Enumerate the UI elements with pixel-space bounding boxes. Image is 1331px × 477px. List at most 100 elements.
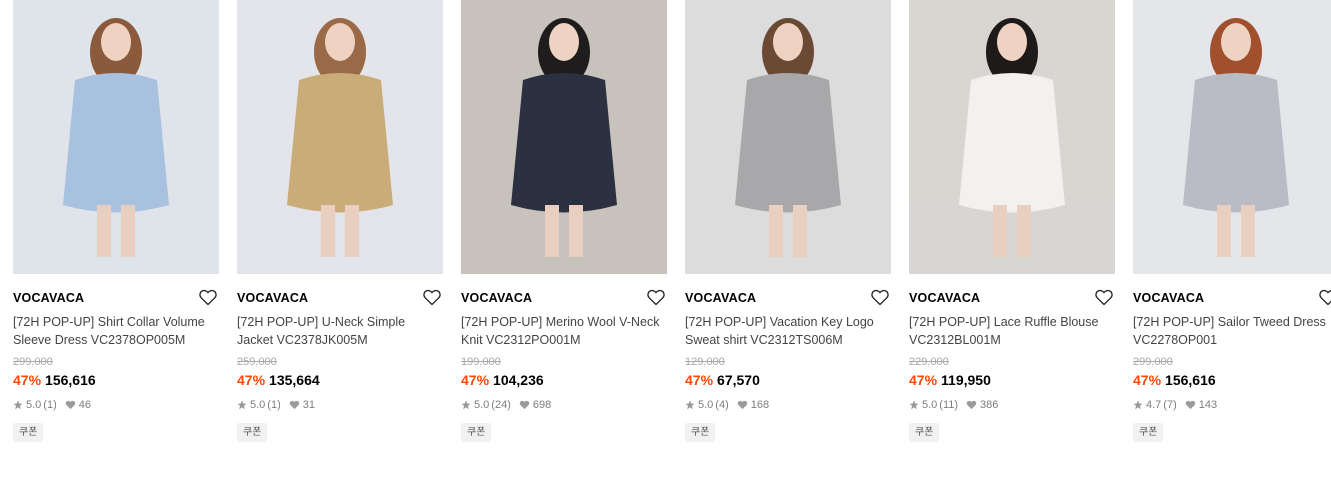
review-count: (24) [491, 399, 511, 411]
star-icon [237, 400, 247, 410]
heart-filled-icon [1185, 400, 1195, 410]
coupon-badge: 쿠폰 [13, 423, 44, 442]
product-name[interactable]: [72H POP-UP] U-Neck Simple Jacket VC2378… [237, 313, 441, 349]
product-stats: 4.7 (7) 143 [1133, 398, 1331, 412]
product-name[interactable]: [72H POP-UP] Vacation Key Logo Sweat shi… [685, 313, 889, 349]
product-card[interactable]: VOCAVACA [72H POP-UP] Sailor Tweed Dress… [1133, 0, 1331, 442]
product-card[interactable]: VOCAVACA [72H POP-UP] Lace Ruffle Blouse… [909, 0, 1115, 442]
brand-name[interactable]: VOCAVACA [1133, 291, 1204, 305]
heart-icon[interactable] [1319, 289, 1331, 306]
star-icon [685, 400, 695, 410]
product-name[interactable]: [72H POP-UP] Sailor Tweed Dress VC2278OP… [1133, 313, 1331, 349]
brand-name[interactable]: VOCAVACA [685, 291, 756, 305]
heart-filled-icon [65, 400, 75, 410]
product-grid: VOCAVACA [72H POP-UP] Shirt Collar Volum… [13, 0, 1331, 442]
like-count: 168 [750, 399, 770, 411]
heart-filled-icon [289, 400, 299, 410]
price-row: 47% 156,616 [13, 371, 219, 389]
product-name[interactable]: [72H POP-UP] Shirt Collar Volume Sleeve … [13, 313, 217, 349]
rating: 5.0 [922, 399, 938, 411]
product-stats: 5.0 (11) 386 [909, 398, 1115, 412]
price-row: 47% 135,664 [237, 371, 443, 389]
original-price: 199,000 [461, 356, 501, 368]
coupon-badge: 쿠폰 [1133, 423, 1164, 442]
review-count: (1) [267, 399, 281, 411]
likes: 46 [65, 398, 91, 412]
coupon-badge: 쿠폰 [909, 423, 940, 442]
rating: 4.7 [1146, 399, 1162, 411]
original-price: 299,000 [13, 356, 53, 368]
like-count: 31 [302, 399, 315, 411]
heart-filled-icon [737, 400, 747, 410]
likes: 698 [519, 398, 551, 412]
brand-name[interactable]: VOCAVACA [237, 291, 308, 305]
like-count: 143 [1198, 399, 1218, 411]
product-stats: 5.0 (24) 698 [461, 398, 667, 412]
rating: 5.0 [474, 399, 490, 411]
star-icon [13, 400, 23, 410]
discount-rate: 47% [461, 372, 490, 388]
product-image[interactable] [237, 0, 443, 274]
likes: 386 [966, 398, 998, 412]
coupon-badge: 쿠폰 [237, 423, 268, 442]
discount-rate: 47% [909, 372, 938, 388]
brand-row: VOCAVACA [909, 289, 1115, 307]
review-count: (4) [715, 399, 729, 411]
brand-name[interactable]: VOCAVACA [461, 291, 532, 305]
like-count: 698 [532, 399, 552, 411]
review-count: (11) [939, 399, 959, 411]
review-count: (7) [1163, 399, 1177, 411]
sale-price: 156,616 [45, 372, 96, 388]
likes: 168 [737, 398, 769, 412]
product-image[interactable] [13, 0, 219, 274]
brand-row: VOCAVACA [461, 289, 667, 307]
heart-icon[interactable] [1095, 289, 1113, 306]
product-card[interactable]: VOCAVACA [72H POP-UP] U-Neck Simple Jack… [237, 0, 443, 442]
sale-price: 67,570 [717, 372, 760, 388]
product-card[interactable]: VOCAVACA [72H POP-UP] Vacation Key Logo … [685, 0, 891, 442]
product-image[interactable] [685, 0, 891, 274]
star-icon [909, 400, 919, 410]
product-stats: 5.0 (1) 31 [237, 398, 443, 412]
sale-price: 119,950 [941, 372, 991, 388]
heart-icon[interactable] [871, 289, 889, 306]
discount-rate: 47% [237, 372, 266, 388]
product-card[interactable]: VOCAVACA [72H POP-UP] Shirt Collar Volum… [13, 0, 219, 442]
product-card[interactable]: VOCAVACA [72H POP-UP] Merino Wool V-Neck… [461, 0, 667, 442]
discount-rate: 47% [13, 372, 42, 388]
sale-price: 135,664 [269, 372, 320, 388]
brand-row: VOCAVACA [685, 289, 891, 307]
brand-row: VOCAVACA [1133, 289, 1331, 307]
discount-rate: 47% [1133, 372, 1162, 388]
heart-icon[interactable] [423, 289, 441, 306]
product-image[interactable] [461, 0, 667, 274]
coupon-badge: 쿠폰 [685, 423, 716, 442]
sale-price: 104,236 [493, 372, 544, 388]
product-image[interactable] [909, 0, 1115, 274]
brand-name[interactable]: VOCAVACA [909, 291, 980, 305]
original-price: 229,000 [909, 356, 949, 368]
original-price: 129,000 [685, 356, 725, 368]
review-count: (1) [43, 399, 57, 411]
sale-price: 156,616 [1165, 372, 1216, 388]
heart-filled-icon [519, 400, 530, 410]
like-count: 46 [78, 399, 91, 411]
original-price: 299,000 [1133, 356, 1173, 368]
heart-icon[interactable] [647, 289, 665, 306]
brand-name[interactable]: VOCAVACA [13, 291, 84, 305]
price-row: 47% 104,236 [461, 371, 667, 389]
price-row: 47% 156,616 [1133, 371, 1331, 389]
star-icon [1133, 400, 1143, 410]
star-icon [461, 400, 471, 410]
price-row: 47% 67,570 [685, 371, 891, 389]
original-price: 259,000 [237, 356, 277, 368]
product-name[interactable]: [72H POP-UP] Lace Ruffle Blouse VC2312BL… [909, 313, 1113, 349]
heart-icon[interactable] [199, 289, 217, 306]
heart-filled-icon [966, 400, 977, 410]
likes: 31 [289, 398, 315, 412]
product-image[interactable] [1133, 0, 1331, 274]
coupon-badge: 쿠폰 [461, 423, 492, 442]
brand-row: VOCAVACA [237, 289, 443, 307]
product-name[interactable]: [72H POP-UP] Merino Wool V-Neck Knit VC2… [461, 313, 665, 349]
like-count: 386 [980, 399, 999, 411]
